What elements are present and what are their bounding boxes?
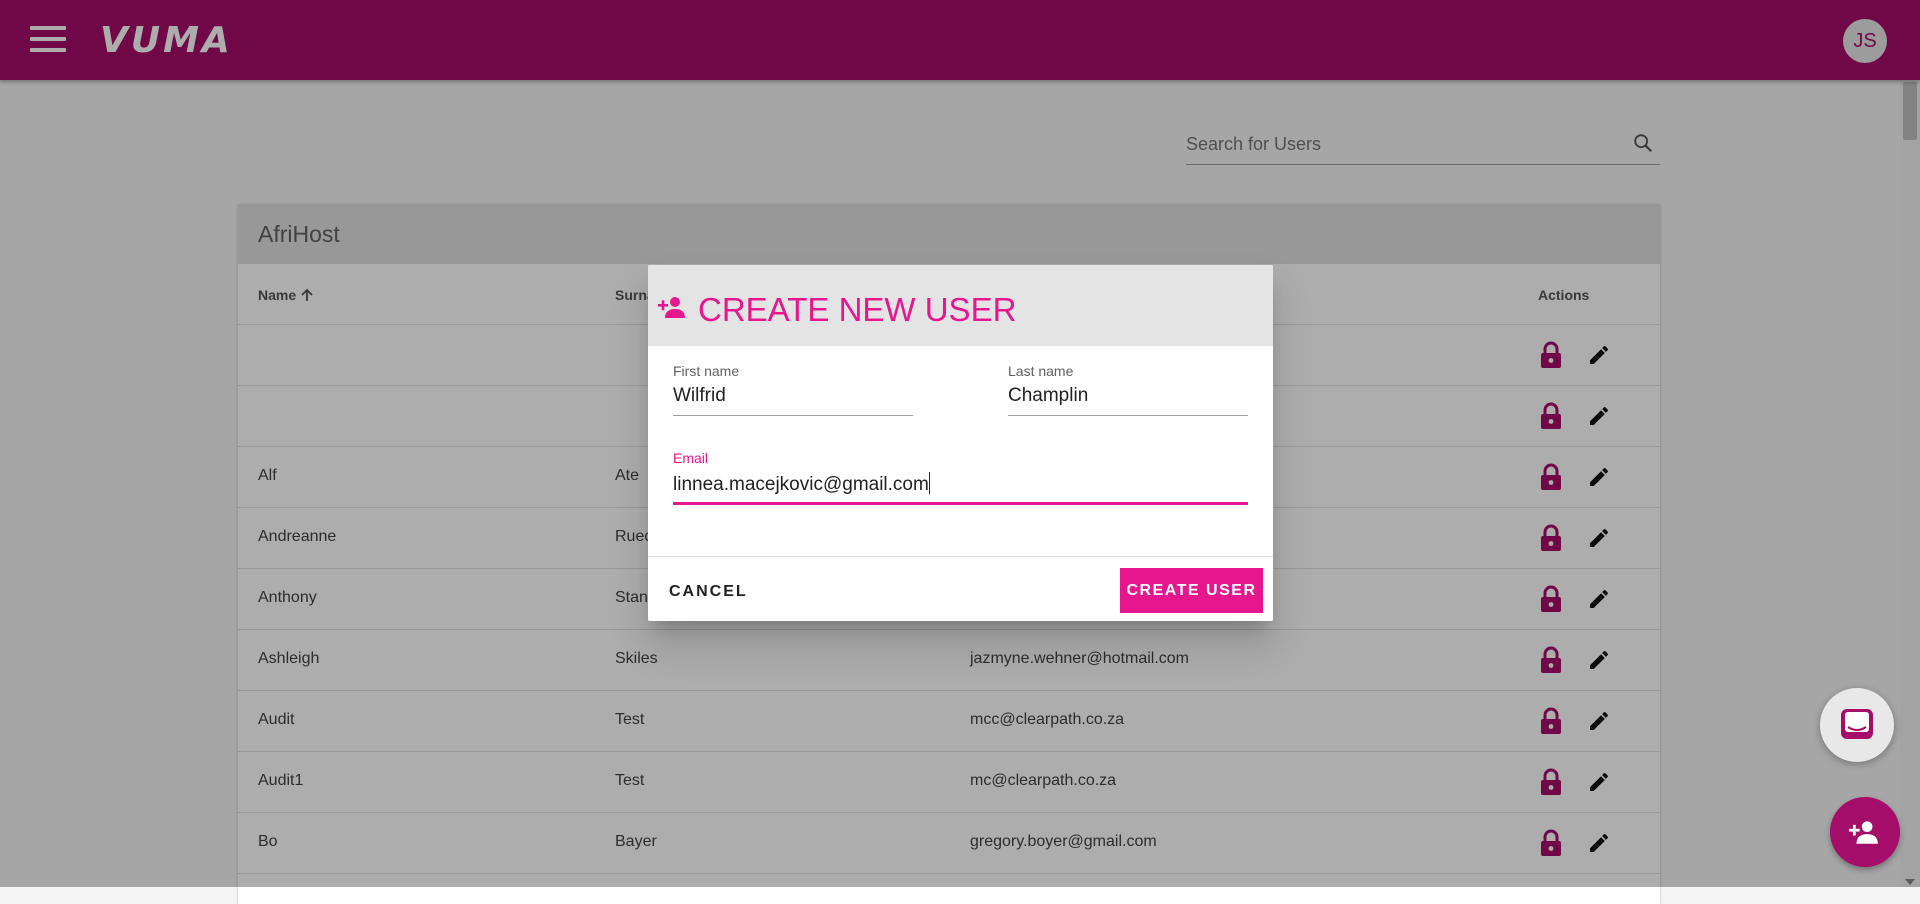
last-name-label: Last name	[1008, 363, 1074, 379]
create-user-dialog: CREATE NEW USER First name Wilfrid Last …	[648, 265, 1273, 621]
chat-icon	[1841, 709, 1873, 739]
last-name-input[interactable]: Champlin	[1008, 385, 1248, 415]
dialog-header: CREATE NEW USER	[648, 265, 1273, 346]
first-name-input[interactable]: Wilfrid	[673, 385, 913, 415]
first-name-field[interactable]: First name Wilfrid	[673, 363, 913, 416]
person-add-icon	[658, 297, 685, 318]
email-input-value: linnea.macejkovic@gmail.com	[673, 474, 929, 495]
email-input[interactable]: linnea.macejkovic@gmail.com	[673, 472, 1248, 502]
chat-button[interactable]	[1820, 688, 1894, 762]
cancel-button[interactable]: CANCEL	[669, 583, 748, 601]
first-name-underline	[673, 415, 913, 416]
add-user-button[interactable]	[1830, 797, 1900, 867]
email-underline	[673, 502, 1248, 505]
last-name-field[interactable]: Last name Champlin	[1008, 363, 1248, 416]
email-label: Email	[673, 450, 709, 466]
text-caret	[928, 472, 930, 494]
last-name-underline	[1008, 415, 1248, 416]
dialog-title: CREATE NEW USER	[698, 291, 1017, 328]
email-field[interactable]: Email linnea.macejkovic@gmail.com	[673, 450, 1248, 505]
dialog-actions: CANCEL CREATE USER	[648, 556, 1273, 621]
person-add-icon	[1849, 821, 1878, 844]
create-user-button[interactable]: CREATE USER	[1120, 568, 1263, 613]
first-name-label: First name	[673, 363, 740, 379]
